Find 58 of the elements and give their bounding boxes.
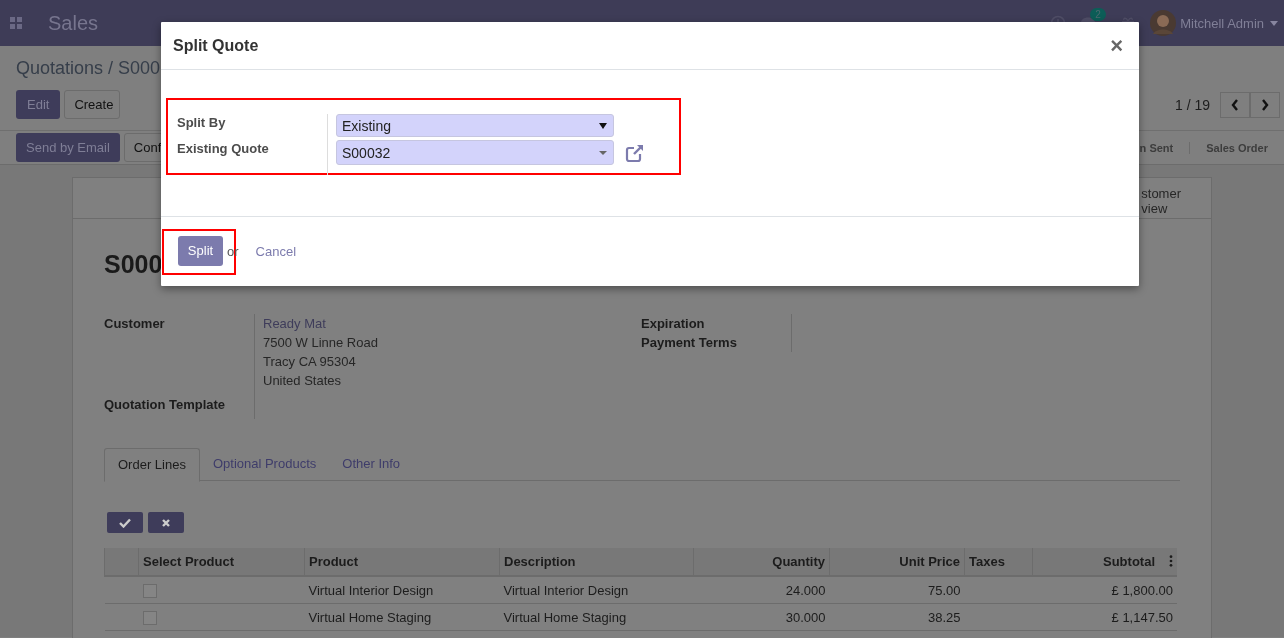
app-name: Sales xyxy=(48,11,99,35)
status-step[interactable]: Sales Order xyxy=(1189,141,1284,154)
address-line: 7500 W Linne Road xyxy=(263,334,378,352)
previous-button[interactable] xyxy=(1220,91,1250,118)
cancel-link[interactable]: Cancel xyxy=(255,244,297,259)
dropdown-arrow-icon xyxy=(599,122,607,129)
record-title: S000 xyxy=(104,250,163,280)
field-label: Split By xyxy=(177,114,227,132)
next-button[interactable] xyxy=(1250,91,1280,118)
table-cell: 75.00 xyxy=(927,582,961,598)
apps-menu-icon[interactable] xyxy=(10,17,22,29)
column-header[interactable]: Product xyxy=(309,554,359,569)
column-header[interactable]: Subtotal xyxy=(1103,554,1155,569)
tab[interactable]: Other Info xyxy=(329,448,414,480)
toolbar-button[interactable]: Create xyxy=(64,90,121,119)
table-cell: Virtual Home Staging xyxy=(503,609,627,625)
tab[interactable]: Order Lines xyxy=(104,448,200,482)
address-line: Tracy CA 95304 xyxy=(263,353,357,371)
table-cell: 38.25 xyxy=(927,609,961,625)
caret-icon[interactable] xyxy=(1270,20,1278,26)
caret-icon xyxy=(599,149,607,156)
pager-value: 1 / 19 xyxy=(1174,96,1210,113)
row-checkbox[interactable] xyxy=(142,583,157,598)
avatar[interactable] xyxy=(1150,10,1177,36)
table-cell: £ 1,800.00 xyxy=(1111,582,1173,598)
cross-icon xyxy=(160,517,172,528)
customer-link[interactable]: Ready Mat xyxy=(263,314,378,333)
chevron-right-icon xyxy=(1261,98,1269,111)
dialog-title: Split Quote xyxy=(173,36,259,55)
close-button[interactable]: × xyxy=(1106,35,1127,56)
address-line: United States xyxy=(263,372,343,390)
field-label: Quotation Template xyxy=(104,396,227,414)
column-options-icon[interactable] xyxy=(1169,555,1173,567)
table-cell: Virtual Home Staging xyxy=(308,609,432,625)
table-cell: £ 1,147.50 xyxy=(1111,609,1173,625)
chevron-left-icon xyxy=(1231,98,1239,111)
column-header[interactable]: Description xyxy=(504,554,576,569)
select-field[interactable]: Existing xyxy=(336,114,614,137)
quote-field[interactable]: S00032 xyxy=(336,140,614,165)
message-count-badge: 2 xyxy=(1090,8,1106,21)
field-label: Existing Quote xyxy=(177,140,270,158)
row-checkbox[interactable] xyxy=(142,610,157,625)
split-button[interactable]: Split xyxy=(178,235,223,266)
check-icon xyxy=(119,517,131,528)
table-cell: Virtual Interior Design xyxy=(308,582,434,598)
field-label: Expiration xyxy=(641,315,706,333)
action-button[interactable]: Send by Email xyxy=(16,133,120,162)
table-cell: 24.000 xyxy=(785,582,826,598)
user-name[interactable]: Mitchell Admin xyxy=(1180,15,1264,31)
field-label: Payment Terms xyxy=(641,334,738,352)
tab[interactable]: Optional Products xyxy=(199,448,330,480)
table-cell: Virtual Interior Design xyxy=(503,582,629,598)
discard-button[interactable] xyxy=(148,512,184,533)
confirm-button[interactable] xyxy=(107,512,143,533)
toolbar-button[interactable]: Edit xyxy=(16,90,61,119)
external-link-icon[interactable] xyxy=(625,142,645,163)
field-label: Customer xyxy=(104,315,166,333)
table-cell: 30.000 xyxy=(785,609,826,625)
